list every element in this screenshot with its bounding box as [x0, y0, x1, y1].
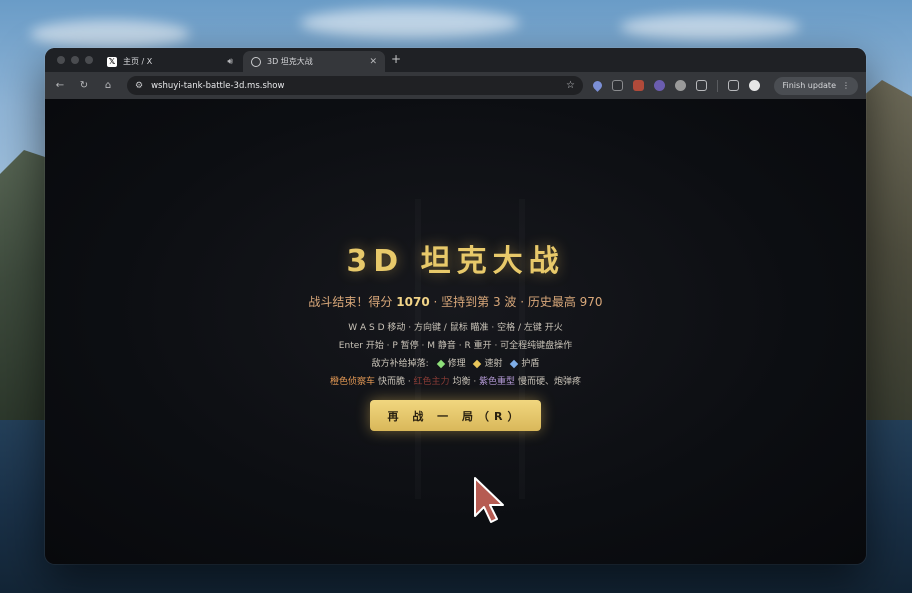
reload-icon[interactable]: ↻ [77, 80, 91, 91]
rapid-fire-diamond-icon [473, 359, 482, 368]
back-icon[interactable]: ← [53, 80, 67, 91]
extension-ch-icon[interactable] [612, 80, 623, 91]
more-menu-icon: ⋮ [842, 81, 850, 90]
tab-tank-battle[interactable]: 3D 坦克大战 ✕ [243, 51, 385, 72]
enemy-scout-desc: 快而脆 [377, 377, 405, 387]
close-tab-icon[interactable]: ✕ [369, 57, 377, 67]
tab-label: 主页 / X [123, 57, 153, 66]
play-again-button[interactable]: 再 战 一 局（R） [370, 400, 541, 431]
supply-drops-line: 敌方补给掉落: 修理 速射 护盾 [45, 356, 866, 369]
tab-x-home[interactable]: 𝕏 主页 / X 🔊︎ [99, 51, 241, 72]
finish-update-label: Finish update [782, 81, 836, 90]
repair-diamond-icon [436, 359, 445, 368]
extension-drop-icon[interactable] [591, 79, 604, 92]
drop-rapid: 速射 [484, 359, 503, 369]
controls-line-1: W A S D 移动 · 方向键 / 鼠标 瞄准 · 空格 / 左键 开火 [348, 323, 563, 333]
site-settings-icon[interactable]: ⚙ [135, 81, 143, 91]
enemy-types-line: 橙色侦察车 快而脆 · 红色主力 均衡 · 紫色重型 慢而硬、炮弹疼 [330, 377, 581, 387]
x-logo-icon: 𝕏 [107, 56, 117, 67]
media-control-icon[interactable] [728, 80, 739, 91]
extension-purple-icon[interactable] [654, 80, 665, 91]
new-tab-button[interactable]: + [391, 52, 401, 66]
game-title: 3D 坦克大战 [346, 244, 565, 279]
finish-update-button[interactable]: Finish update ⋮ [774, 76, 858, 95]
controls-line-2: Enter 开始 · P 暂停 · M 静音 · R 重开 · 可全程纯键盘操作 [338, 341, 573, 351]
tab-bar: 𝕏 主页 / X 🔊︎ 3D 坦克大战 ✕ + [45, 48, 866, 72]
profile-avatar-icon[interactable] [749, 80, 760, 91]
game-over-summary: 战斗结束！得分 1070 · 坚持到第 3 波 · 历史最高 970 [45, 293, 866, 310]
bookmark-star-icon[interactable]: ☆ [566, 80, 575, 91]
enemy-heavy: 紫色重型 [479, 377, 516, 387]
drop-repair: 修理 [447, 359, 466, 369]
window-controls[interactable] [57, 56, 93, 64]
extensions-puzzle-icon[interactable] [696, 80, 707, 91]
mouse-cursor-icon [474, 477, 504, 523]
extension-red-icon[interactable] [633, 80, 644, 91]
summary-prefix: 战斗结束！得分 [308, 295, 393, 309]
enemy-heavy-desc: 慢而硬、炮弹疼 [517, 377, 581, 387]
tab-label: 3D 坦克大战 [267, 57, 313, 66]
game-page: 3D 坦克大战 战斗结束！得分 1070 · 坚持到第 3 波 · 历史最高 9… [45, 99, 866, 564]
browser-toolbar: ← ↻ ⌂ ⚙ wshuyi-tank-battle-3d.ms.show ☆ … [45, 72, 866, 99]
speaker-icon[interactable]: 🔊︎ [227, 57, 233, 67]
drop-shield: 护盾 [521, 359, 540, 369]
summary-details: · 坚持到第 3 波 · 历史最高 970 [433, 295, 603, 309]
url-text: wshuyi-tank-battle-3d.ms.show [151, 80, 285, 91]
globe-icon [251, 56, 261, 67]
drops-label: 敌方补给掉落: [371, 359, 429, 369]
toolbar-divider [717, 79, 718, 92]
enemy-scout: 橙色侦察车 [330, 377, 376, 387]
enemy-main-desc: 均衡 [452, 377, 471, 387]
extension-gray-icon[interactable] [675, 80, 686, 91]
enemy-main: 红色主力 [413, 377, 450, 387]
final-score: 1070 [396, 295, 430, 309]
shield-diamond-icon [510, 359, 519, 368]
browser-window: 𝕏 主页 / X 🔊︎ 3D 坦克大战 ✕ + ← ↻ ⌂ ⚙ wshuyi-t… [45, 48, 866, 564]
home-icon[interactable]: ⌂ [101, 80, 115, 91]
address-bar[interactable]: ⚙ wshuyi-tank-battle-3d.ms.show ☆ [127, 76, 583, 95]
